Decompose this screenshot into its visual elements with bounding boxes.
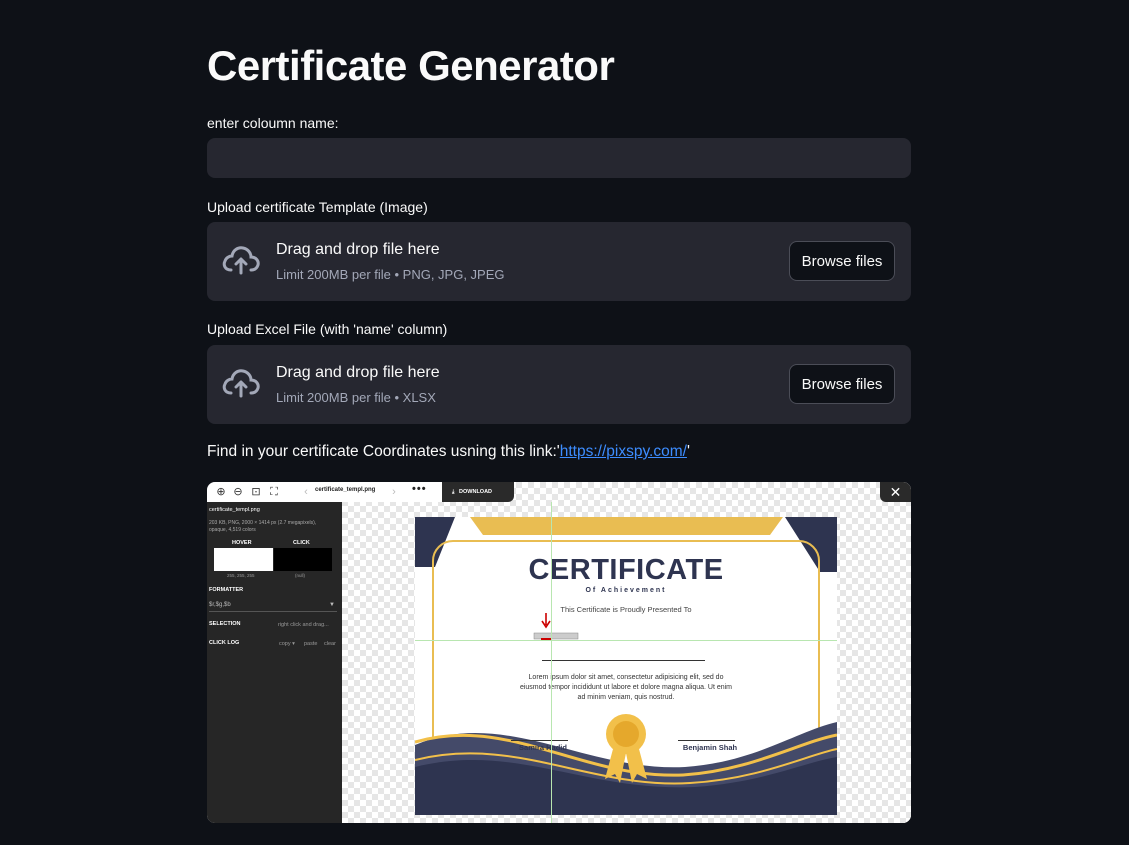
- cloud-upload-icon: [222, 246, 260, 275]
- chevron-left-icon: ‹: [304, 486, 308, 498]
- formatter-label: FORMATTER: [209, 587, 244, 593]
- certificate-body-2: eiusmod tempor incididunt ut labore et d…: [519, 684, 733, 691]
- click-log-paste: paste: [304, 641, 318, 647]
- crosshair-vertical: [551, 502, 552, 823]
- link-suffix-text: ': [686, 443, 690, 460]
- selection-hint: right click and drag...: [278, 622, 329, 628]
- click-log-copy: copy ▾: [279, 641, 295, 647]
- template-browse-button[interactable]: Browse files: [789, 241, 895, 281]
- certificate-body-1: Lorem ipsum dolor sit amet, consectetur …: [528, 674, 724, 681]
- hover-swatch: [214, 548, 273, 571]
- click-log-label: CLICK LOG: [209, 640, 240, 646]
- name-underline: [542, 660, 705, 661]
- crosshair-horizontal: [415, 640, 837, 641]
- fit-icon: ⊡: [251, 486, 261, 498]
- click-swatch: [274, 548, 332, 571]
- zoom-in-icon: ⊕: [216, 486, 226, 498]
- chevron-down-icon: ▼: [329, 602, 335, 608]
- excel-drop-text: Drag and drop file here: [276, 364, 440, 381]
- zoom-out-icon: ⊖: [233, 486, 243, 498]
- certificate-image: CERTIFICATE Of Achievement This Certific…: [415, 517, 837, 815]
- signature-line-right: [678, 740, 735, 741]
- close-icon: ✕: [880, 482, 911, 502]
- toolbar-filename: certificate_templ.png: [315, 487, 376, 493]
- gold-top-banner: [470, 517, 783, 535]
- pixspy-side-panel: certificate_templ.png 203 KB, PNG, 2000 …: [207, 482, 342, 823]
- selection-box: [533, 632, 579, 640]
- excel-dropzone[interactable]: Drag and drop file here Limit 200MB per …: [207, 345, 911, 424]
- template-drop-text: Drag and drop file here: [276, 241, 440, 258]
- certificate-subheading: Of Achievement: [585, 587, 667, 594]
- panel-meta-2: opaque, 4,519 colors: [209, 527, 256, 533]
- panel-meta-1: 203 KB, PNG, 2000 × 1414 px (2.7 megapix…: [209, 520, 317, 526]
- link-prefix-text: Find in your certificate Coordinates usn…: [207, 443, 560, 460]
- certificate-body-3: ad minim veniam, quis nostrud.: [577, 694, 675, 701]
- pixspy-link[interactable]: https://pixspy.com/: [560, 443, 687, 460]
- template-limit-text: Limit 200MB per file • PNG, JPG, JPEG: [276, 267, 505, 282]
- certificate-presented: This Certificate is Proudly Presented To: [560, 605, 692, 614]
- template-dropzone[interactable]: Drag and drop file here Limit 200MB per …: [207, 222, 911, 301]
- column-name-input[interactable]: [207, 138, 911, 178]
- formatter-value: $r,$g,$b: [209, 602, 231, 608]
- column-name-label: enter coloumn name:: [207, 115, 339, 131]
- click-value: (null): [295, 573, 306, 578]
- cloud-upload-icon: [222, 369, 260, 398]
- page-title: Certificate Generator: [207, 42, 615, 89]
- pixspy-screenshot-image: certificate_templ.png 203 KB, PNG, 2000 …: [207, 482, 911, 823]
- selection-label: SELECTION: [209, 621, 241, 627]
- signer-left-name: Samira Hadid: [519, 743, 567, 752]
- download-button: ⤓ DOWNLOAD: [442, 482, 514, 502]
- click-log-clear: clear: [324, 641, 336, 647]
- chevron-right-icon: ›: [392, 486, 396, 498]
- medal-inner: [613, 721, 639, 747]
- coordinates-hint: Find in your certificate Coordinates usn…: [207, 443, 690, 461]
- signer-right-name: Benjamin Shah: [682, 743, 738, 752]
- panel-filename: certificate_templ.png: [209, 507, 260, 513]
- formatter-field: $r,$g,$b ▼: [209, 599, 337, 612]
- pixspy-toolbar: ⊕ ⊖ ⊡ ⛶ ‹ certificate_templ.png › ••• ⤓ …: [207, 482, 514, 502]
- more-icon: •••: [412, 483, 427, 495]
- certificate-heading: CERTIFICATE: [528, 554, 724, 586]
- excel-limit-text: Limit 200MB per file • XLSX: [276, 390, 436, 405]
- hover-value: 255, 255, 255: [227, 573, 255, 578]
- hover-label: HOVER: [232, 540, 252, 546]
- signature-line-left: [511, 740, 568, 741]
- excel-upload-label: Upload Excel File (with 'name' column): [207, 321, 448, 337]
- download-label: DOWNLOAD: [459, 489, 493, 495]
- fullscreen-icon: ⛶: [270, 486, 278, 498]
- excel-browse-button[interactable]: Browse files: [789, 364, 895, 404]
- click-label: CLICK: [293, 540, 310, 546]
- download-icon: ⤓: [452, 489, 455, 495]
- template-upload-label: Upload certificate Template (Image): [207, 199, 428, 215]
